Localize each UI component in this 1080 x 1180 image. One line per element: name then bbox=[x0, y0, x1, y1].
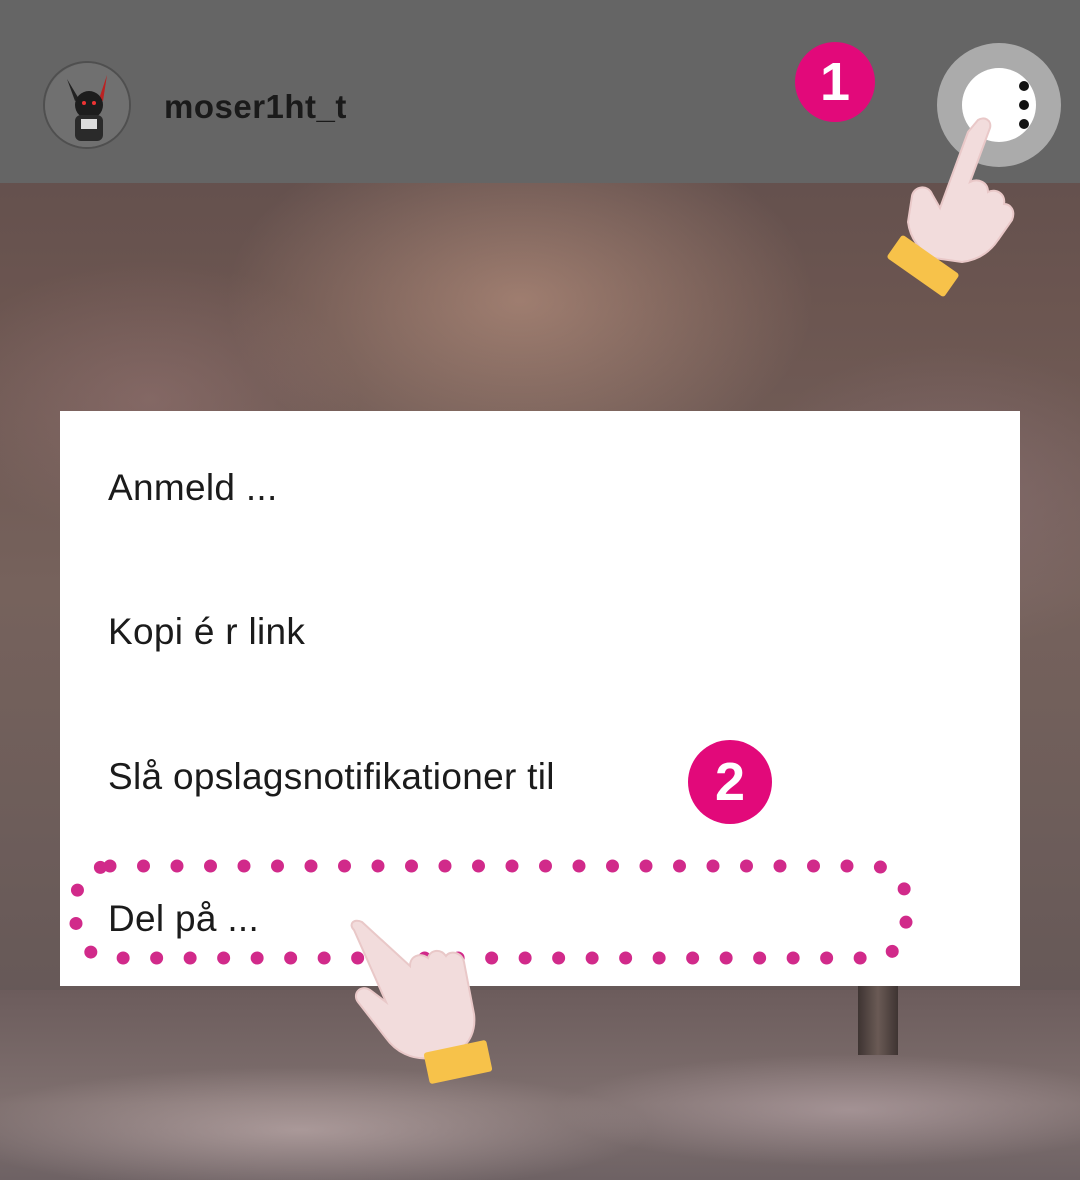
pointing-hand-icon bbox=[887, 117, 1015, 297]
step-1-badge: 1 bbox=[795, 42, 875, 122]
username[interactable]: moser1ht_t bbox=[164, 88, 347, 126]
menu-item-turn-on-post-notifications[interactable]: Slå opslagsnotifikationer til bbox=[108, 756, 555, 798]
menu-item-report[interactable]: Anmeld ... bbox=[108, 467, 278, 509]
avatar-character-icon bbox=[45, 63, 129, 147]
avatar[interactable] bbox=[43, 61, 131, 149]
background-snowy-path bbox=[0, 990, 1080, 1180]
menu-item-copy-link[interactable]: Kopi é r link bbox=[108, 611, 305, 653]
background-tree-trunk bbox=[858, 985, 898, 1055]
pointing-hand-icon bbox=[350, 919, 493, 1084]
step-2-badge: 2 bbox=[688, 740, 772, 824]
